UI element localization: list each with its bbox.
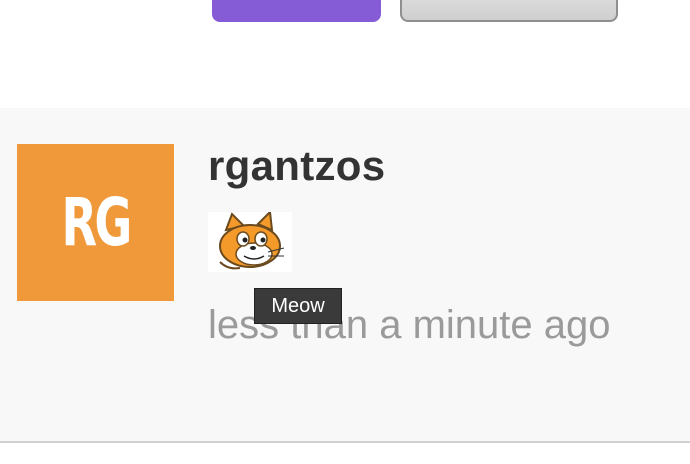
page: RG rgantzos less than a minute ago Meow <box>0 0 690 464</box>
comment-username[interactable]: rgantzos <box>208 142 385 190</box>
primary-button[interactable] <box>212 0 381 22</box>
secondary-button[interactable] <box>400 0 618 22</box>
comment-item: RG rgantzos less than a minute ago Meow <box>0 108 690 443</box>
avatar[interactable]: RG <box>17 144 174 301</box>
avatar-initials: RG <box>61 184 133 261</box>
emoji-tooltip: Meow <box>254 288 342 324</box>
cat-emoji-icon <box>208 209 292 272</box>
